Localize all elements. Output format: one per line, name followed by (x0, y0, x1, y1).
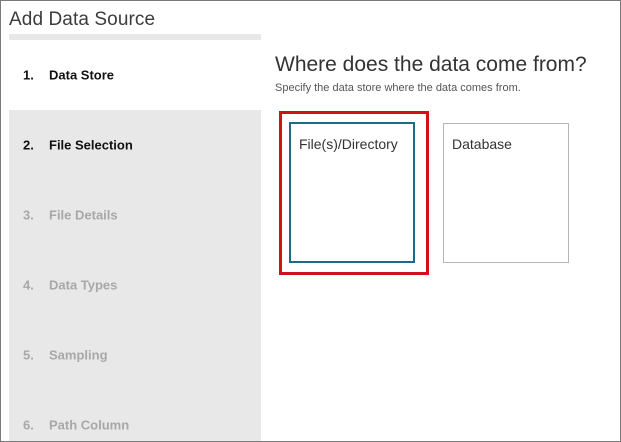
page-subheading: Specify the data store where the data co… (275, 82, 521, 94)
step-sampling: 5. Sampling (9, 320, 261, 390)
step-file-selection[interactable]: 2. File Selection (9, 110, 261, 180)
step-label: Data Types (49, 277, 118, 293)
add-data-source-window: Add Data Source 1. Data Store 2. File Se… (0, 0, 621, 442)
step-number: 2. (23, 137, 34, 153)
step-label: File Details (49, 207, 118, 223)
wizard-steps-sidebar: 1. Data Store 2. File Selection 3. File … (9, 34, 261, 441)
step-file-details: 3. File Details (9, 180, 261, 250)
database-option-card[interactable]: Database (443, 123, 569, 263)
step-number: 1. (23, 67, 34, 83)
step-label: File Selection (49, 137, 133, 153)
step-number: 6. (23, 417, 34, 433)
dialog-title: Add Data Source (9, 9, 156, 30)
option-label: File(s)/Directory (299, 136, 398, 152)
page-heading: Where does the data come from? (275, 53, 587, 76)
option-label: Database (452, 136, 512, 152)
step-number: 5. (23, 347, 34, 363)
step-label: Path Column (49, 417, 130, 433)
file-directory-option-card[interactable]: File(s)/Directory (289, 122, 415, 263)
step-data-types: 4. Data Types (9, 250, 261, 320)
step-number: 3. (23, 207, 34, 223)
step-label: Data Store (49, 67, 115, 83)
step-data-store[interactable]: 1. Data Store (9, 40, 261, 110)
step-number: 4. (23, 277, 34, 293)
step-label: Sampling (49, 347, 108, 363)
step-path-column: 6. Path Column (9, 390, 261, 441)
